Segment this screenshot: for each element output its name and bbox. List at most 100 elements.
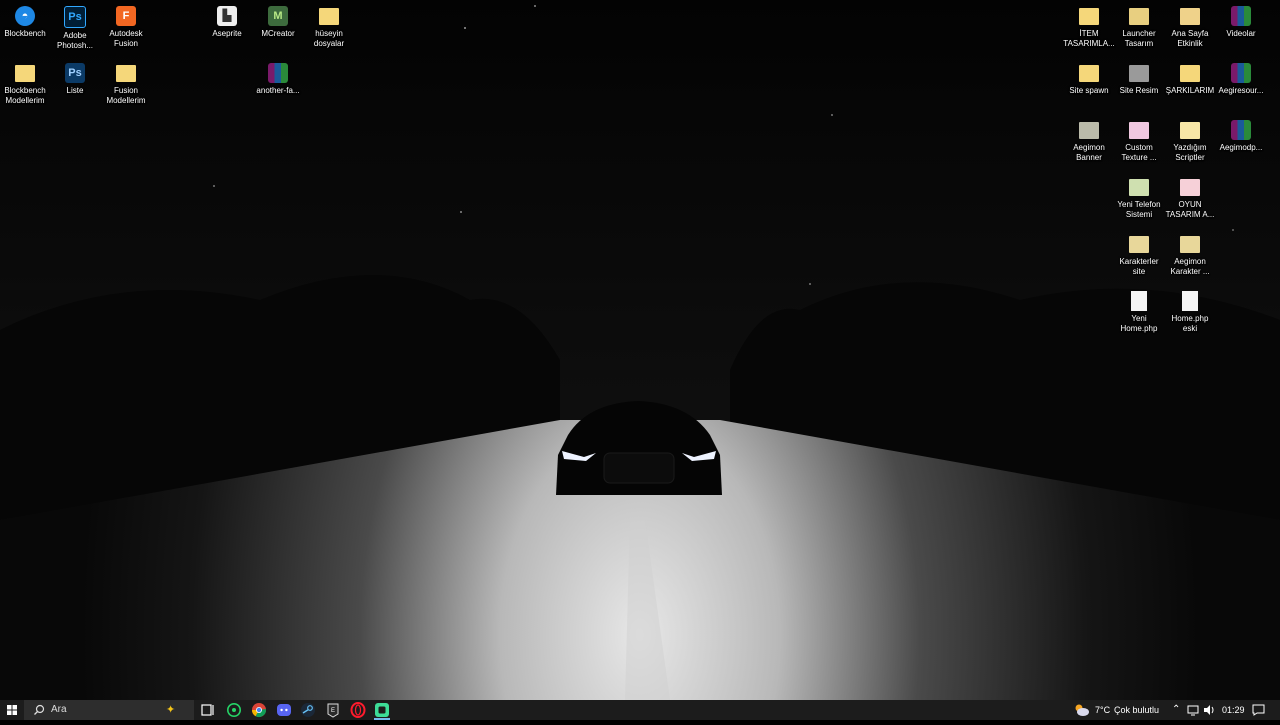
fusion-modellerim-folder[interactable]: Fusion Modellerim: [99, 62, 153, 106]
huseyin-dosyalar-folder[interactable]: hüseyin dosyalar: [302, 5, 356, 49]
whatsapp-button[interactable]: [226, 702, 242, 718]
aseprite-shortcut[interactable]: ▙ Aseprite: [200, 5, 254, 39]
icon-label: Ana Sayfa Etkinlik: [1171, 29, 1209, 48]
icon-label: Aseprite: [212, 29, 242, 38]
folder-icon: [1180, 236, 1200, 253]
blockbench-shortcut[interactable]: ◓ Blockbench: [0, 5, 52, 39]
steam-button[interactable]: [300, 702, 316, 718]
icon-label: Aegiresour...: [1218, 86, 1264, 95]
launcher-tasarim-folder[interactable]: Launcher Tasarım: [1112, 5, 1166, 49]
icon-label: Yeni Home.php: [1120, 314, 1158, 333]
whatsapp-icon: [227, 703, 241, 717]
yeni-telefon-sistemi-folder[interactable]: Yeni Telefon Sistemi: [1112, 176, 1166, 220]
fusion-icon: F: [116, 6, 136, 26]
folder-icon: [1129, 65, 1149, 82]
aegiresour-archive[interactable]: Aegiresour...: [1214, 62, 1268, 96]
winrar-icon: [1231, 120, 1251, 140]
winrar-icon: [1231, 6, 1251, 26]
icon-label: Liste: [66, 86, 84, 95]
icon-label: Aegimon Karakter ...: [1170, 257, 1210, 276]
item-tasarimla-folder[interactable]: İTEM TASARIMLA...: [1062, 5, 1116, 49]
icon-label: Custom Texture ...: [1121, 143, 1157, 162]
yeni-home-php-file[interactable]: Yeni Home.php: [1112, 290, 1166, 334]
winrar-icon: [268, 63, 288, 83]
liste-file[interactable]: Ps Liste: [48, 62, 102, 96]
icon-label: Aegimodp...: [1219, 143, 1263, 152]
icon-label: Autodesk Fusion: [109, 29, 143, 48]
svg-text:E: E: [331, 708, 335, 714]
karakterler-site-folder[interactable]: Karakterler site: [1112, 233, 1166, 277]
mcreator-shortcut[interactable]: M MCreator: [251, 5, 305, 39]
site-resim-folder[interactable]: Site Resim: [1112, 62, 1166, 96]
folder-icon: [116, 65, 136, 82]
discord-button[interactable]: [276, 702, 292, 718]
icon-label: MCreator: [261, 29, 295, 38]
icon-label: Launcher Tasarım: [1122, 29, 1156, 48]
videolar-archive[interactable]: Videolar: [1214, 5, 1268, 39]
start-button[interactable]: [0, 700, 24, 720]
volume-icon[interactable]: [1203, 704, 1216, 716]
search-placeholder: Ara: [51, 704, 67, 715]
folder-icon: [1129, 236, 1149, 253]
steam-icon: [301, 703, 315, 717]
aseprite-icon: ▙: [217, 6, 237, 26]
taskbar: Ara ✦ E 7°C Çok bulutlu ⌃ 01:29: [0, 700, 1280, 720]
icon-label: ŞARKILARIM: [1165, 86, 1215, 95]
car-silhouette: [556, 401, 722, 495]
folder-icon: [1079, 65, 1099, 82]
another-fa-archive[interactable]: another-fa...: [251, 62, 305, 96]
notification-icon[interactable]: [1252, 704, 1265, 716]
icon-label: İTEM TASARIMLA...: [1063, 29, 1115, 48]
photoshop-shortcut[interactable]: Ps Adobe Photosh...: [48, 5, 102, 51]
road-scene: [0, 0, 1280, 700]
folder-icon: [1079, 122, 1099, 139]
ana-sayfa-etkinlik-folder[interactable]: Ana Sayfa Etkinlik: [1163, 5, 1217, 49]
tray-overflow-chevron-icon[interactable]: ⌃: [1172, 704, 1180, 715]
sarkilarim-folder[interactable]: ŞARKILARIM: [1163, 62, 1217, 96]
cloudy-weather-icon: [1075, 704, 1089, 716]
icon-label: Yazdığım Scriptler: [1173, 143, 1207, 162]
search-box[interactable]: Ara ✦: [24, 700, 194, 720]
icon-label: hüseyin dosyalar: [313, 29, 345, 48]
network-icon[interactable]: [1187, 704, 1200, 716]
oyun-tasarim-folder[interactable]: OYUN TASARIM A...: [1163, 176, 1217, 220]
folder-icon: [1180, 179, 1200, 196]
custom-texture-folder[interactable]: Custom Texture ...: [1112, 119, 1166, 163]
site-spawn-folder[interactable]: Site spawn: [1062, 62, 1116, 96]
folder-icon: [1129, 8, 1149, 25]
aegimon-karakter-folder[interactable]: Aegimon Karakter ...: [1163, 233, 1217, 277]
folder-icon: [1180, 65, 1200, 82]
home-php-eski-file[interactable]: Home.php eski: [1163, 290, 1217, 334]
icon-label: another-fa...: [256, 86, 300, 95]
epic-games-button[interactable]: E: [325, 702, 341, 718]
weather-description: Çok bulutlu: [1114, 705, 1160, 715]
desktop-wallpaper: [0, 0, 1280, 700]
fusion-shortcut[interactable]: F Autodesk Fusion: [99, 5, 153, 49]
opera-button[interactable]: [350, 702, 366, 718]
chrome-icon: [251, 703, 266, 718]
aegimon-banner-folder[interactable]: Aegimon Banner: [1062, 119, 1116, 163]
weather-temperature: 7°C: [1095, 705, 1111, 715]
icon-label: Karakterler site: [1119, 257, 1159, 276]
folder-icon: [15, 65, 35, 82]
task-view-button[interactable]: [200, 702, 216, 718]
icon-label: Aegimon Banner: [1073, 143, 1105, 162]
blockbench-icon: ◓: [15, 6, 35, 26]
icon-label: Site Resim: [1119, 86, 1159, 95]
opera-icon: [350, 702, 366, 718]
icon-label: Yeni Telefon Sistemi: [1117, 200, 1161, 219]
icon-label: Videolar: [1226, 29, 1256, 38]
yazdigim-scriptler-folder[interactable]: Yazdığım Scriptler: [1163, 119, 1217, 163]
copilot-sparkle-icon[interactable]: ✦: [166, 703, 175, 716]
file-icon: [1131, 291, 1147, 311]
folder-icon: [1079, 8, 1099, 25]
icon-label: Fusion Modellerim: [106, 86, 146, 105]
clock-time[interactable]: 01:29: [1222, 705, 1245, 715]
active-app-button[interactable]: [374, 702, 390, 720]
photoshop-icon: Ps: [64, 6, 86, 28]
blockbench-modellerim-folder[interactable]: Blockbench Modellerim: [0, 62, 52, 106]
psd-file-icon: Ps: [65, 63, 85, 83]
folder-icon: [1129, 122, 1149, 139]
aegimodp-archive[interactable]: Aegimodp...: [1214, 119, 1268, 153]
chrome-button[interactable]: [251, 702, 267, 718]
